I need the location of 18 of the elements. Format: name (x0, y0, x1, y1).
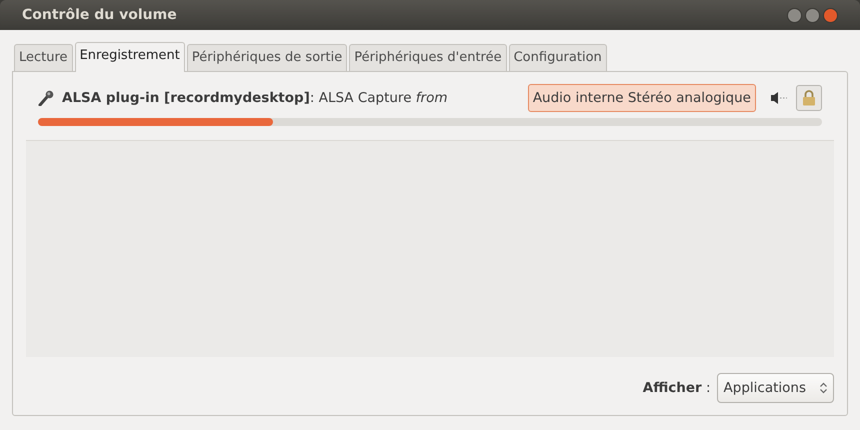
spinner-arrows-icon (820, 382, 827, 394)
padlock-icon (802, 89, 816, 106)
tab[interactable]: Périphériques d'entrée (349, 44, 507, 70)
show-label: Afficher : (642, 378, 711, 398)
lock-button[interactable] (796, 84, 822, 111)
tab[interactable]: Lecture (14, 44, 73, 70)
window-title: Contrôle du volume (22, 6, 177, 24)
tab[interactable]: Périphériques de sortie (186, 44, 348, 70)
show-select[interactable]: Applications (716, 372, 834, 403)
tab[interactable]: Enregistrement (74, 42, 185, 72)
close-button[interactable] (823, 8, 838, 22)
maximize-button[interactable] (805, 8, 820, 22)
stream-title: ALSA plug-in [recordmydesktop]: ALSA Capture from (62, 88, 448, 108)
tab[interactable]: Configuration (508, 44, 607, 70)
device-button[interactable]: Audio interne Stéréo analogique (528, 84, 756, 112)
microphone-icon (38, 90, 54, 106)
speaker-icon[interactable] (770, 90, 788, 105)
minimize-button[interactable] (787, 8, 802, 22)
